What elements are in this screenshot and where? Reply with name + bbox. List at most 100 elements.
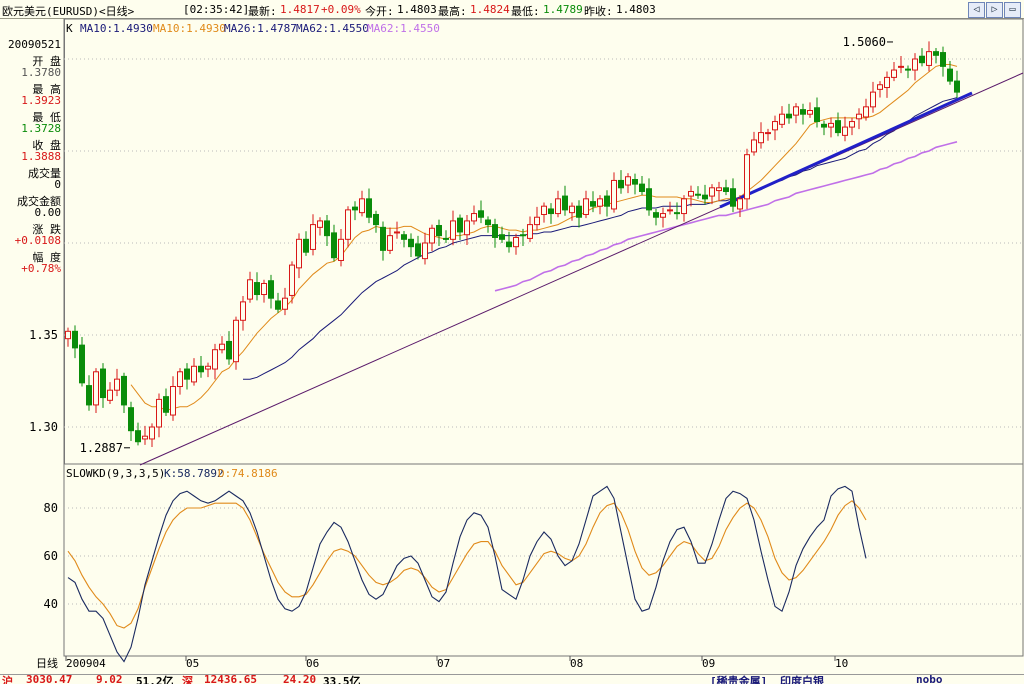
month-label: 08	[570, 657, 583, 670]
candle-body	[758, 132, 764, 144]
candle-body	[226, 340, 232, 360]
candle-body	[212, 349, 218, 370]
candle-body	[793, 106, 799, 116]
extreme-price-label: 1.2887	[80, 441, 123, 455]
month-label: 10	[835, 657, 848, 670]
candle-body	[660, 213, 666, 218]
candle-body	[387, 235, 393, 251]
candle-body	[856, 113, 862, 120]
candle-body	[870, 91, 876, 108]
candle-body	[408, 238, 414, 248]
month-label: 07	[437, 657, 450, 670]
candle-body	[471, 213, 477, 222]
candle-body	[548, 208, 554, 215]
candle-body	[366, 198, 372, 218]
kd-k-value: K:58.7892	[164, 467, 224, 480]
kd-k-path	[67, 485, 867, 663]
indicator-panel-frame	[63, 463, 1024, 657]
ma10-path	[130, 64, 958, 411]
candle-body	[415, 243, 421, 257]
candle-body	[898, 65, 904, 68]
candle-body	[835, 120, 841, 134]
candle-body	[849, 121, 855, 128]
candle-body	[926, 51, 932, 66]
candle-body	[954, 80, 960, 93]
candle-body	[625, 176, 631, 186]
candle-body	[282, 297, 288, 310]
candle-body	[345, 209, 351, 240]
candle-body	[429, 227, 435, 244]
candle-body	[198, 365, 204, 373]
candle-body	[499, 234, 505, 240]
kd-indicator-name: SLOWKD(9,3,3,5)	[66, 467, 165, 480]
candle-body	[520, 234, 526, 237]
ma62-line	[494, 141, 958, 292]
candle-body	[772, 121, 778, 131]
period-axis-label: 日线	[36, 656, 58, 670]
candle-body	[310, 224, 316, 250]
candle-body	[324, 220, 330, 237]
candle-body	[695, 193, 701, 196]
candle-body	[576, 205, 582, 218]
candle-body	[723, 187, 729, 192]
ma10-legend-alt: MA10:1.4930	[153, 22, 226, 35]
candle-body	[919, 55, 925, 64]
candle-body	[590, 201, 596, 207]
candle-body	[639, 183, 645, 192]
candle-body	[646, 188, 652, 211]
kd-tick-label: 40	[44, 597, 58, 611]
month-label: 200904	[66, 657, 106, 670]
candle-body	[814, 107, 820, 123]
candle-body	[562, 195, 568, 211]
candle-body	[233, 319, 239, 363]
month-label: 09	[702, 657, 715, 670]
kd-lines	[67, 485, 867, 663]
candle-body	[450, 220, 456, 240]
candle-body	[296, 238, 302, 269]
candle-body	[79, 344, 85, 384]
candle-body	[744, 154, 750, 200]
candle-body	[513, 236, 519, 248]
ma62-legend: MA62:1.4550	[296, 22, 369, 35]
candle-body	[156, 398, 162, 428]
candle-body	[93, 371, 99, 406]
candle-body	[681, 198, 687, 215]
candle-body	[247, 279, 253, 300]
candle-body	[72, 330, 78, 349]
candle-body	[268, 280, 274, 299]
candle-body	[667, 209, 673, 212]
candle-body	[464, 220, 470, 236]
candle-body	[177, 371, 183, 388]
candle-body	[338, 238, 344, 261]
candle-body	[604, 195, 610, 207]
chart-window: 欧元美元(EURUSD)<日线> [02:35:42] 最新: 1.4817 +…	[0, 0, 1024, 684]
candle-body	[422, 242, 428, 260]
candle-body	[100, 368, 106, 399]
candle-body	[877, 84, 883, 90]
candle-body	[219, 343, 225, 351]
candle-body	[940, 52, 946, 67]
axis-labels: 1.30 1.35 40 60 80 200904 05 06 07 08 09 10 1.5060 1.…	[29, 35, 893, 670]
month-label: 05	[186, 657, 199, 670]
candle-body	[380, 226, 386, 251]
candle-body	[947, 68, 953, 82]
candle-body	[184, 368, 190, 380]
candle-body	[618, 179, 624, 189]
candle-body	[828, 122, 834, 128]
chart-canvas[interactable]: 1.30 1.35 40 60 80 200904 05 06 07 08 09 10 1.5060 1.…	[0, 0, 1024, 683]
candle-body	[597, 198, 603, 207]
candle-body	[891, 69, 897, 78]
candle-body	[485, 219, 491, 226]
ma10-line	[130, 64, 958, 411]
candle-body	[492, 224, 498, 238]
candle-body	[555, 198, 561, 215]
price-tick-label: 1.35	[29, 328, 58, 342]
candle-body	[142, 435, 148, 440]
candle-body	[821, 123, 827, 128]
candle-body	[765, 132, 771, 135]
candle-body	[261, 282, 267, 296]
candle-body	[534, 216, 540, 226]
candle-body	[632, 179, 638, 185]
ma10-legend: MA10:1.4930	[80, 22, 153, 35]
candle-body	[86, 385, 92, 406]
